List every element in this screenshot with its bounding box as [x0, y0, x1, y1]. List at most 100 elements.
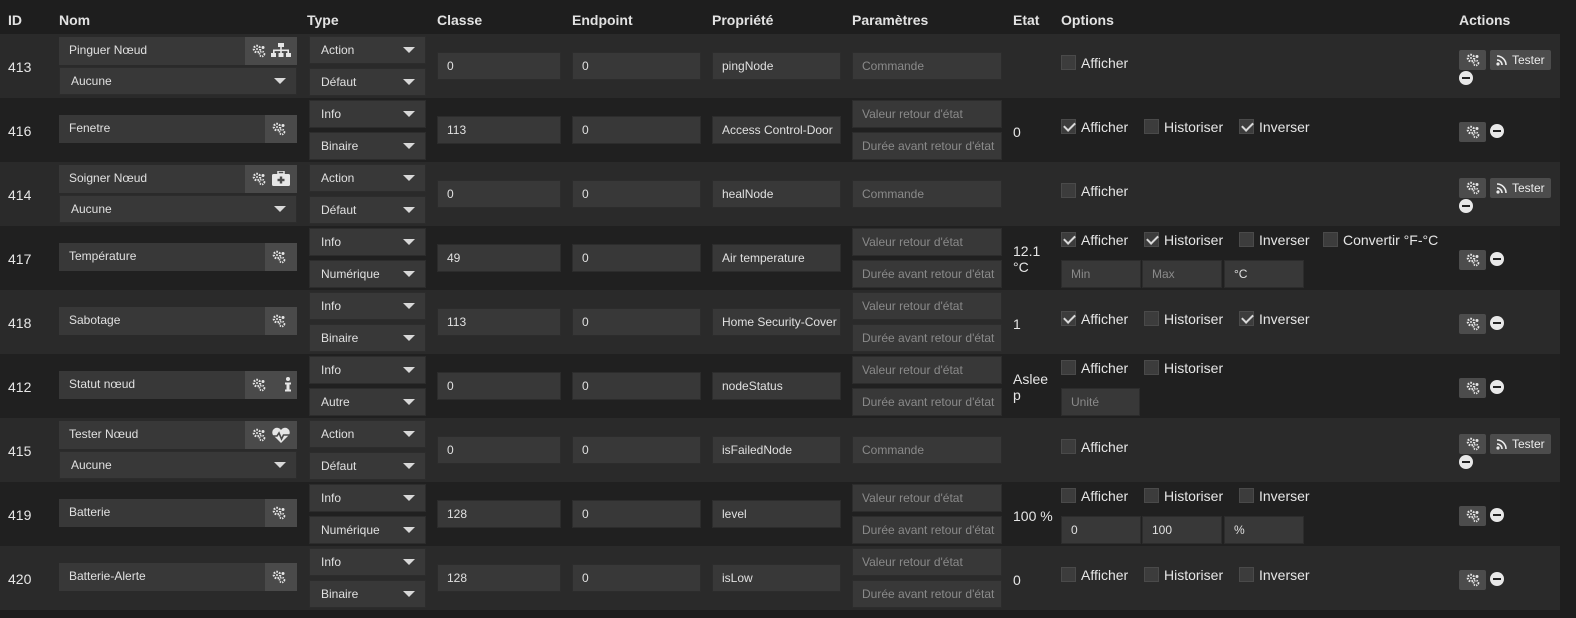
- inverser-option[interactable]: Inverser: [1239, 311, 1310, 327]
- configure-button[interactable]: [1459, 506, 1486, 526]
- classe-input[interactable]: 0: [437, 180, 561, 208]
- historiser-option[interactable]: Historiser: [1144, 360, 1223, 376]
- command-name-field[interactable]: Pinguer Nœud: [59, 37, 297, 65]
- inverser-checkbox[interactable]: [1239, 488, 1254, 503]
- subtype-select[interactable]: Binaire: [309, 580, 426, 608]
- valeur-retour-input[interactable]: Valeur retour d'état: [852, 548, 1002, 576]
- configure-button[interactable]: [1459, 122, 1486, 142]
- type-select[interactable]: Info: [309, 292, 426, 320]
- classe-input[interactable]: 0: [437, 436, 561, 464]
- duree-retour-input[interactable]: Durée avant retour d'état: [852, 260, 1002, 288]
- configure-button[interactable]: [1459, 378, 1486, 398]
- afficher-checkbox[interactable]: [1061, 567, 1076, 582]
- icon-picker-button[interactable]: [265, 563, 297, 591]
- classe-input[interactable]: 49: [437, 244, 561, 272]
- inverser-option[interactable]: Inverser: [1239, 488, 1310, 504]
- value-select[interactable]: Aucune: [59, 195, 297, 223]
- valeur-retour-input[interactable]: Valeur retour d'état: [852, 356, 1002, 384]
- icon-picker-button[interactable]: [245, 165, 297, 193]
- valeur-retour-input[interactable]: Valeur retour d'état: [852, 100, 1002, 128]
- historiser-option[interactable]: Historiser: [1144, 488, 1223, 504]
- propriete-input[interactable]: healNode: [712, 180, 841, 208]
- historiser-option[interactable]: Historiser: [1144, 232, 1223, 248]
- historiser-option[interactable]: Historiser: [1144, 119, 1223, 135]
- type-select[interactable]: Action: [309, 164, 426, 192]
- icon-picker-button[interactable]: [265, 307, 297, 335]
- command-name-field[interactable]: Fenetre: [59, 115, 297, 143]
- commande-input[interactable]: Commande: [852, 436, 1002, 464]
- type-select[interactable]: Info: [309, 356, 426, 384]
- remove-icon[interactable]: [1490, 380, 1504, 394]
- propriete-input[interactable]: Air temperature: [712, 244, 841, 272]
- duree-retour-input[interactable]: Durée avant retour d'état: [852, 580, 1002, 608]
- afficher-option[interactable]: Afficher: [1061, 567, 1128, 583]
- type-select[interactable]: Action: [309, 420, 426, 448]
- command-name-field[interactable]: Statut nœud: [59, 371, 297, 399]
- afficher-option[interactable]: Afficher: [1061, 232, 1128, 248]
- afficher-checkbox[interactable]: [1061, 311, 1076, 326]
- historiser-checkbox[interactable]: [1144, 119, 1159, 134]
- propriete-input[interactable]: Home Security-Cover: [712, 308, 841, 336]
- unit-input[interactable]: °C: [1224, 260, 1304, 288]
- historiser-checkbox[interactable]: [1144, 311, 1159, 326]
- type-select[interactable]: Info: [309, 100, 426, 128]
- configure-button[interactable]: [1459, 434, 1486, 454]
- subtype-select[interactable]: Numérique: [309, 516, 426, 544]
- icon-picker-button[interactable]: [245, 37, 297, 65]
- duree-retour-input[interactable]: Durée avant retour d'état: [852, 132, 1002, 160]
- classe-input[interactable]: 113: [437, 116, 561, 144]
- remove-icon[interactable]: [1490, 316, 1504, 330]
- propriete-input[interactable]: Access Control-Door: [712, 116, 841, 144]
- endpoint-input[interactable]: 0: [572, 564, 701, 592]
- remove-icon[interactable]: [1490, 508, 1504, 522]
- propriete-input[interactable]: isLow: [712, 564, 841, 592]
- remove-icon[interactable]: [1490, 572, 1504, 586]
- subtype-select[interactable]: Binaire: [309, 324, 426, 352]
- command-name-field[interactable]: Batterie-Alerte: [59, 563, 297, 591]
- afficher-option[interactable]: Afficher: [1061, 488, 1128, 504]
- icon-picker-button[interactable]: [245, 421, 297, 449]
- command-name-field[interactable]: Batterie: [59, 499, 297, 527]
- remove-icon[interactable]: [1459, 455, 1473, 469]
- min-input[interactable]: 0: [1061, 516, 1141, 544]
- max-input[interactable]: 100: [1142, 516, 1222, 544]
- afficher-option[interactable]: Afficher: [1061, 119, 1128, 135]
- duree-retour-input[interactable]: Durée avant retour d'état: [852, 324, 1002, 352]
- inverser-checkbox[interactable]: [1239, 232, 1254, 247]
- afficher-checkbox[interactable]: [1061, 488, 1076, 503]
- classe-input[interactable]: 128: [437, 564, 561, 592]
- command-name-field[interactable]: Soigner Nœud: [59, 165, 297, 193]
- propriete-input[interactable]: nodeStatus: [712, 372, 841, 400]
- subtype-select[interactable]: Numérique: [309, 260, 426, 288]
- command-name-field[interactable]: Tester Nœud: [59, 421, 297, 449]
- propriete-input[interactable]: isFailedNode: [712, 436, 841, 464]
- icon-picker-button[interactable]: [265, 243, 297, 271]
- afficher-option[interactable]: Afficher: [1061, 55, 1128, 71]
- endpoint-input[interactable]: 0: [572, 500, 701, 528]
- min-input[interactable]: Min: [1061, 260, 1141, 288]
- remove-icon[interactable]: [1459, 71, 1473, 85]
- remove-icon[interactable]: [1490, 252, 1504, 266]
- endpoint-input[interactable]: 0: [572, 436, 701, 464]
- afficher-option[interactable]: Afficher: [1061, 360, 1128, 376]
- afficher-option[interactable]: Afficher: [1061, 183, 1128, 199]
- convertir-f-c-option[interactable]: Convertir °F-°C: [1323, 232, 1438, 248]
- historiser-option[interactable]: Historiser: [1144, 311, 1223, 327]
- type-select[interactable]: Info: [309, 484, 426, 512]
- convertir-f-c-checkbox[interactable]: [1323, 232, 1338, 247]
- subtype-select[interactable]: Défaut: [309, 452, 426, 480]
- inverser-option[interactable]: Inverser: [1239, 119, 1310, 135]
- commande-input[interactable]: Commande: [852, 52, 1002, 80]
- icon-picker-button[interactable]: [265, 499, 297, 527]
- inverser-option[interactable]: Inverser: [1239, 567, 1310, 583]
- historiser-checkbox[interactable]: [1144, 232, 1159, 247]
- afficher-option[interactable]: Afficher: [1061, 311, 1128, 327]
- historiser-checkbox[interactable]: [1144, 488, 1159, 503]
- max-input[interactable]: Max: [1142, 260, 1222, 288]
- afficher-checkbox[interactable]: [1061, 360, 1076, 375]
- subtype-select[interactable]: Binaire: [309, 132, 426, 160]
- remove-icon[interactable]: [1459, 199, 1473, 213]
- endpoint-input[interactable]: 0: [572, 372, 701, 400]
- subtype-select[interactable]: Défaut: [309, 68, 426, 96]
- historiser-checkbox[interactable]: [1144, 360, 1159, 375]
